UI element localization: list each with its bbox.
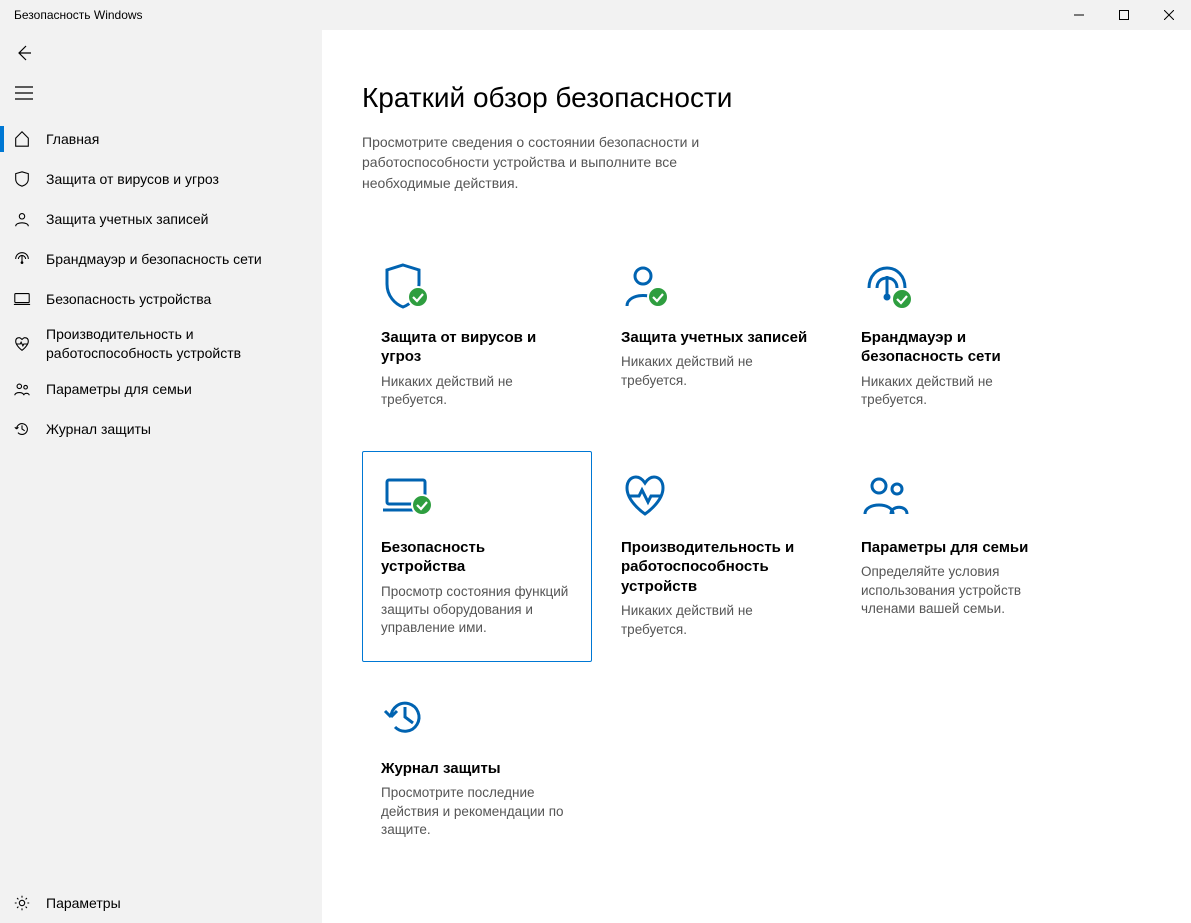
tiles-grid: Защита от вирусов и угроз Никаких действ…: [362, 241, 1191, 872]
tile-title: Безопасность устройства: [381, 538, 573, 577]
tile-title: Брандмауэр и безопасность сети: [861, 328, 1053, 367]
tile-desc: Никаких действий не требуется.: [381, 373, 573, 409]
shield-icon: [12, 170, 32, 188]
sidebar-item-family[interactable]: Параметры для семьи: [0, 369, 322, 409]
tile-device-security[interactable]: Безопасность устройства Просмотр состоян…: [362, 451, 592, 662]
sidebar-item-account[interactable]: Защита учетных записей: [0, 199, 322, 239]
health-icon: [621, 472, 813, 520]
device-icon: [12, 290, 32, 308]
history-icon: [381, 693, 573, 741]
tile-desc: Никаких действий не требуется.: [621, 353, 813, 389]
tile-virus-protection[interactable]: Защита от вирусов и угроз Никаких действ…: [362, 241, 592, 441]
sidebar-item-history[interactable]: Журнал защиты: [0, 409, 322, 449]
sidebar-item-home[interactable]: Главная: [0, 119, 322, 159]
sidebar-item-performance[interactable]: Производительность и работоспособность у…: [0, 319, 322, 369]
history-icon: [12, 420, 32, 438]
window-controls: [1056, 0, 1191, 30]
tile-title: Производительность и работоспособность у…: [621, 538, 813, 597]
menu-button[interactable]: [4, 73, 44, 113]
check-badge-icon: [891, 288, 913, 310]
main-content: Краткий обзор безопасности Просмотрите с…: [322, 30, 1191, 923]
close-button[interactable]: [1146, 0, 1191, 30]
tile-account-protection[interactable]: Защита учетных записей Никаких действий …: [602, 241, 832, 441]
tile-title: Защита учетных записей: [621, 328, 813, 348]
window-title: Безопасность Windows: [0, 8, 143, 22]
page-description: Просмотрите сведения о состоянии безопас…: [362, 132, 762, 193]
account-icon: [621, 262, 813, 310]
sidebar-item-label: Параметры для семьи: [46, 380, 192, 399]
sidebar-item-label: Защита от вирусов и угроз: [46, 170, 219, 189]
page-title: Краткий обзор безопасности: [362, 82, 1191, 114]
family-icon: [861, 472, 1053, 520]
minimize-button[interactable]: [1056, 0, 1101, 30]
tile-firewall[interactable]: Брандмауэр и безопасность сети Никаких д…: [842, 241, 1072, 441]
back-button[interactable]: [4, 33, 44, 73]
sidebar-item-label: Производительность и работоспособность у…: [46, 325, 286, 363]
health-icon: [12, 335, 32, 353]
gear-icon: [12, 894, 32, 912]
check-badge-icon: [411, 494, 433, 516]
sidebar-item-label: Параметры: [46, 894, 121, 913]
firewall-icon: [12, 250, 32, 268]
sidebar-item-virus[interactable]: Защита от вирусов и угроз: [0, 159, 322, 199]
sidebar-item-label: Брандмауэр и безопасность сети: [46, 250, 262, 269]
tile-title: Журнал защиты: [381, 759, 573, 779]
tile-title: Защита от вирусов и угроз: [381, 328, 573, 367]
sidebar-item-firewall[interactable]: Брандмауэр и безопасность сети: [0, 239, 322, 279]
check-badge-icon: [407, 286, 429, 308]
tile-desc: Никаких действий не требуется.: [621, 602, 813, 638]
account-icon: [12, 210, 32, 228]
shield-icon: [381, 262, 573, 310]
firewall-icon: [861, 262, 1053, 310]
maximize-button[interactable]: [1101, 0, 1146, 30]
family-icon: [12, 380, 32, 398]
check-badge-icon: [647, 286, 669, 308]
tile-family[interactable]: Параметры для семьи Определяйте условия …: [842, 451, 1072, 662]
sidebar-item-label: Защита учетных записей: [46, 210, 208, 229]
home-icon: [12, 130, 32, 148]
sidebar: Главная Защита от вирусов и угроз Защита…: [0, 30, 322, 923]
tile-desc: Просмотр состояния функций защиты оборуд…: [381, 583, 573, 638]
tile-desc: Никаких действий не требуется.: [861, 373, 1053, 409]
titlebar: Безопасность Windows: [0, 0, 1191, 30]
sidebar-item-label: Главная: [46, 130, 99, 149]
tile-desc: Определяйте условия использования устрой…: [861, 563, 1053, 618]
tile-performance[interactable]: Производительность и работоспособность у…: [602, 451, 832, 662]
tile-title: Параметры для семьи: [861, 538, 1053, 558]
sidebar-item-device[interactable]: Безопасность устройства: [0, 279, 322, 319]
nav-list: Главная Защита от вирусов и угроз Защита…: [0, 113, 322, 449]
tile-desc: Просмотрите последние действия и рекомен…: [381, 784, 573, 839]
tile-history[interactable]: Журнал защиты Просмотрите последние дейс…: [362, 672, 592, 872]
device-icon: [381, 472, 573, 520]
sidebar-item-label: Журнал защиты: [46, 420, 151, 439]
sidebar-item-label: Безопасность устройства: [46, 290, 211, 309]
sidebar-item-settings[interactable]: Параметры: [0, 883, 322, 923]
